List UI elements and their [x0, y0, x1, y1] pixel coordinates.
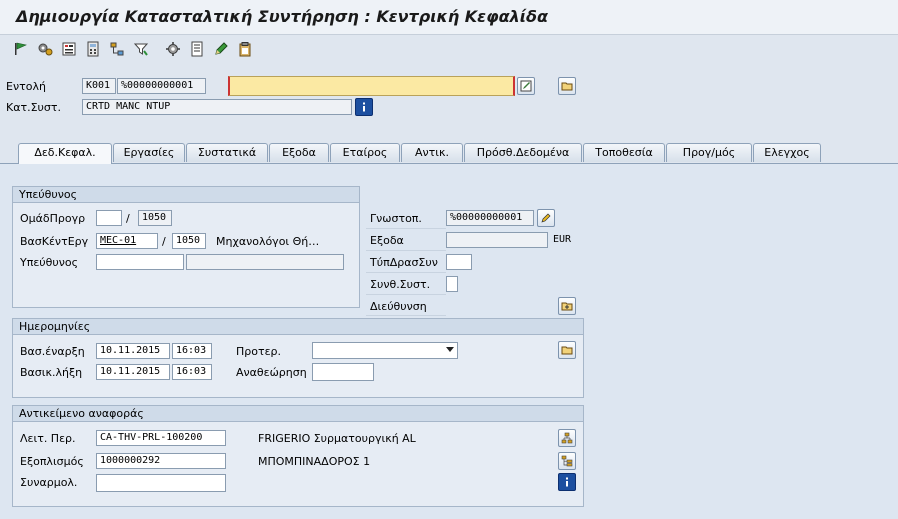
order-number-field: %00000000001	[117, 78, 206, 94]
address-icon	[561, 302, 573, 311]
person-responsible-label: Υπεύθυνος	[20, 256, 79, 269]
main-workcenter-description: Μηχανολόγοι Θή…	[216, 235, 320, 248]
pm-activity-type-label: ΤύπΔρασΣυν	[370, 256, 438, 269]
notification-field: %00000000001	[446, 210, 534, 226]
title-bar: Δημιουργία Κατασταλτική Συντήρηση : Κεντ…	[0, 0, 898, 35]
info-icon	[566, 477, 568, 487]
basic-finish-date-input[interactable]: 10.11.2015	[96, 364, 170, 380]
tab-costs[interactable]: Εξοδα	[269, 143, 329, 162]
pencil-icon	[541, 213, 551, 223]
equipment-label: Εξοπλισμός	[20, 455, 84, 468]
slash-separator: /	[126, 212, 130, 225]
document-icon[interactable]	[188, 40, 206, 58]
divider	[366, 294, 446, 295]
basic-finish-label: Βασικ.λήξη	[20, 366, 83, 379]
planner-group-plant-field: 1050	[138, 210, 172, 226]
costs-label: Εξοδα	[370, 234, 404, 247]
tab-header-data[interactable]: Δεδ.Κεφαλ.	[18, 143, 112, 164]
reference-info-button[interactable]	[558, 473, 576, 491]
status-info-button[interactable]	[355, 98, 373, 116]
divider	[366, 228, 446, 229]
folder-icon	[561, 346, 573, 355]
system-condition-label: Συνθ.Συστ.	[370, 278, 431, 291]
info-icon	[363, 102, 365, 112]
pen-icon[interactable]	[212, 40, 230, 58]
order-description-input[interactable]	[228, 76, 515, 96]
assembly-input[interactable]	[96, 474, 226, 492]
tab-components[interactable]: Συστατικά	[186, 143, 268, 162]
chevron-down-icon	[446, 347, 454, 352]
basic-start-time-input[interactable]: 16:03	[172, 343, 212, 359]
functional-location-description: FRIGERIO Συρματουργική AL	[258, 432, 416, 445]
tab-location[interactable]: Τοποθεσία	[583, 143, 665, 162]
divider	[366, 272, 446, 273]
tab-operations[interactable]: Εργασίες	[113, 143, 185, 162]
system-status-label: Κατ.Συστ.	[6, 101, 61, 114]
tab-planning[interactable]: Προγ/μός	[666, 143, 752, 162]
main-workcenter-input[interactable]: MEC-01	[96, 233, 158, 249]
hierarchy-icon[interactable]	[108, 40, 126, 58]
tab-objects[interactable]: Αντικ.	[401, 143, 463, 162]
group-responsible-title: Υπεύθυνος	[13, 187, 359, 203]
pm-activity-type-input[interactable]	[446, 254, 472, 270]
gears-icon[interactable]	[36, 40, 54, 58]
divider	[366, 250, 446, 251]
main-workcenter-plant-input[interactable]: 1050	[172, 233, 206, 249]
system-status-field: CRTD MANC NTUP	[82, 99, 352, 115]
functional-location-input[interactable]: CA-THV-PRL-100200	[96, 430, 226, 446]
window-title: Δημιουργία Κατασταλτική Συντήρηση : Κεντ…	[16, 7, 548, 26]
divider	[366, 315, 446, 316]
slash-separator-2: /	[162, 235, 166, 248]
notification-edit-button[interactable]	[537, 209, 555, 227]
address-button[interactable]	[558, 297, 576, 315]
clipboard-icon[interactable]	[236, 40, 254, 58]
equipment-structure-button[interactable]	[558, 452, 576, 470]
filter-icon[interactable]	[132, 40, 150, 58]
system-condition-input[interactable]	[446, 276, 458, 292]
currency-label: EUR	[553, 234, 572, 245]
basic-start-label: Βασ.έναρξη	[20, 345, 85, 358]
hierarchy-icon	[561, 432, 573, 444]
assembly-label: Συναρμολ.	[20, 476, 78, 489]
long-text-button[interactable]	[517, 77, 535, 95]
settings-icon[interactable]	[164, 40, 182, 58]
costs-field	[446, 232, 548, 248]
basic-start-date-input[interactable]: 10.11.2015	[96, 343, 170, 359]
list-icon[interactable]	[60, 40, 78, 58]
basic-finish-time-input[interactable]: 16:03	[172, 364, 212, 380]
person-responsible-name-field	[186, 254, 344, 270]
equipment-description: ΜΠΟΜΠΙΝΑΔΟΡΟΣ 1	[258, 455, 371, 468]
group-dates-title: Ημερομηνίες	[13, 319, 583, 335]
application-toolbar	[0, 35, 898, 65]
structure-list-icon	[561, 455, 573, 467]
planner-group-input[interactable]	[96, 210, 122, 226]
order-label: Εντολή	[6, 80, 46, 93]
address-label: Διεύθυνση	[370, 300, 427, 313]
tab-partner[interactable]: Εταίρος	[330, 143, 400, 162]
planner-group-label: ΟμάδΠρογρ	[20, 212, 86, 225]
calculator-icon[interactable]	[84, 40, 102, 58]
group-reference-object-title: Αντικείμενο αναφοράς	[13, 406, 583, 422]
equipment-input[interactable]: 1000000292	[96, 453, 226, 469]
person-responsible-input[interactable]	[96, 254, 184, 270]
revision-label: Αναθεώρηση	[236, 366, 307, 379]
priority-select[interactable]	[312, 342, 458, 359]
priority-label: Προτερ.	[236, 345, 282, 358]
functional-location-label: Λειτ. Περ.	[20, 432, 76, 445]
flag-icon[interactable]	[12, 40, 30, 58]
revision-input[interactable]	[312, 363, 374, 381]
edit-text-icon	[520, 80, 532, 92]
functional-location-structure-button[interactable]	[558, 429, 576, 447]
object-button[interactable]	[558, 77, 576, 95]
tab-control[interactable]: Ελεγχος	[753, 143, 821, 162]
order-type-field: K001	[82, 78, 116, 94]
folder-icon	[561, 82, 573, 91]
notification-label: Γνωστοπ.	[370, 212, 422, 225]
dates-object-button[interactable]	[558, 341, 576, 359]
tab-additional-data[interactable]: Πρόσθ.Δεδομένα	[464, 143, 582, 162]
main-workcenter-label: ΒασΚέντΕργ	[20, 235, 89, 248]
